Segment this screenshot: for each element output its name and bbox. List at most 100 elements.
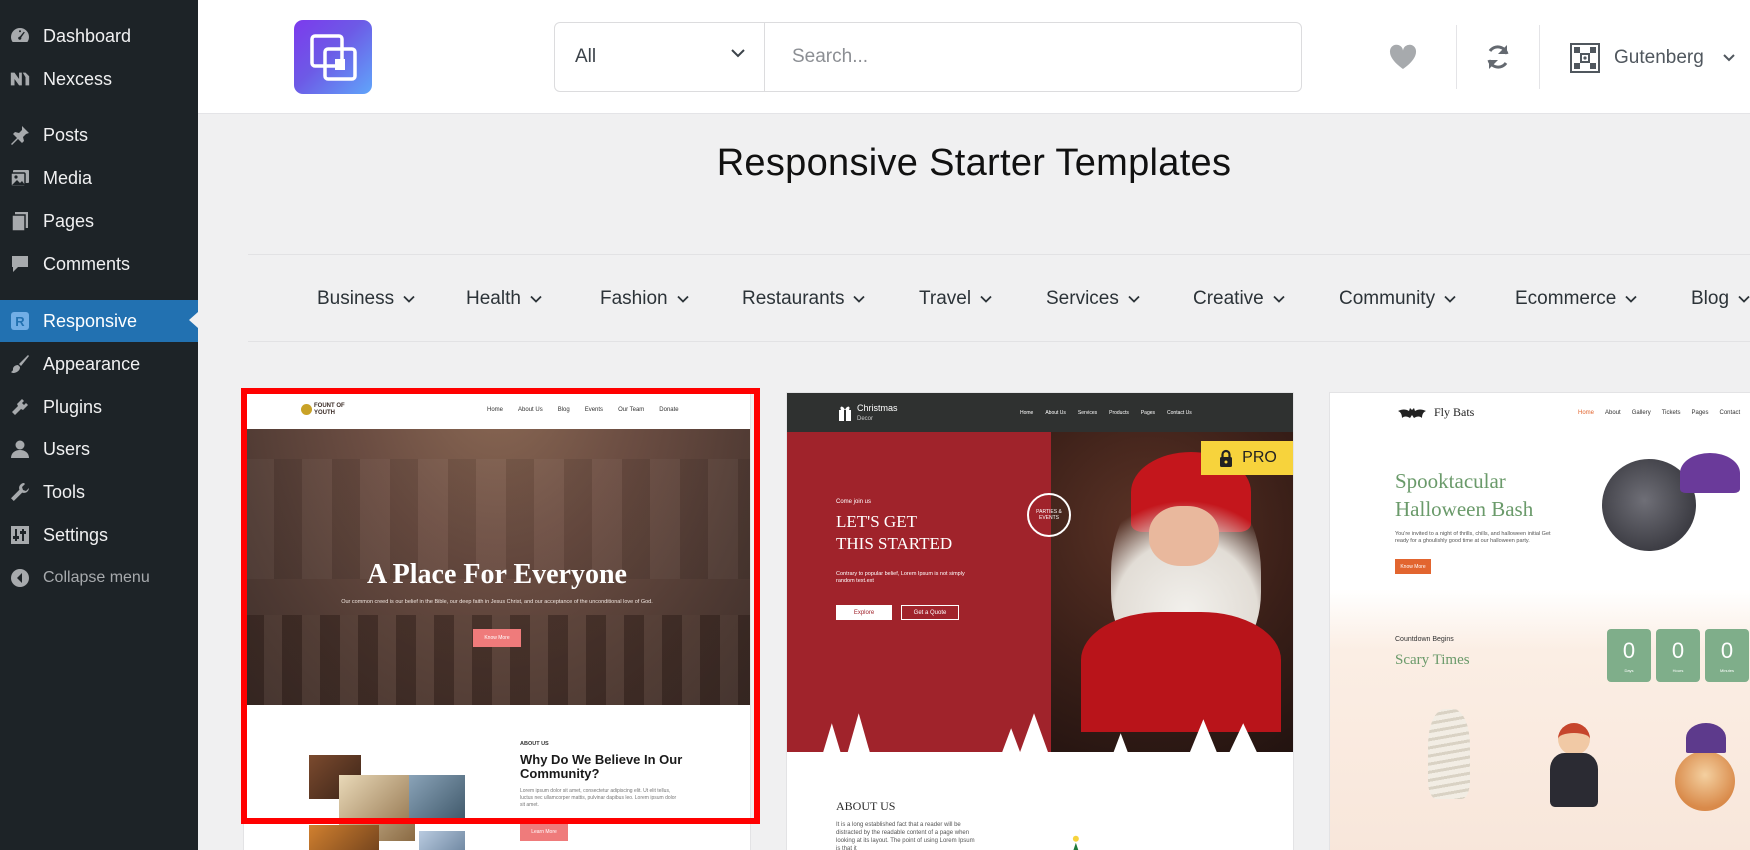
collapse-arrow-icon [9, 567, 31, 589]
sidebar-item-appearance[interactable]: Appearance [0, 344, 198, 384]
plug-icon [9, 396, 31, 418]
chevron-down-icon [980, 295, 992, 303]
category-health[interactable]: Health [466, 255, 542, 343]
brand-mark-icon [301, 404, 312, 415]
templates-header: All Gutenberg [198, 0, 1750, 114]
category-restaurants[interactable]: Restaurants [742, 255, 866, 343]
template-paragraph: You're invited to a night of thrills, ch… [1395, 531, 1551, 544]
sidebar-item-media[interactable]: Media [0, 158, 198, 198]
lock-icon [1220, 449, 1233, 467]
sidebar-item-label: Comments [43, 253, 131, 274]
sync-library-button[interactable] [1483, 42, 1513, 72]
sidebar-item-comments[interactable]: Comments [0, 244, 198, 284]
category-community[interactable]: Community [1339, 255, 1456, 343]
template-brand: Fly Bats [1434, 405, 1475, 419]
cupcake-hat-illustration [1686, 723, 1726, 753]
template-brand: FOUNT OF YOUTH [314, 403, 345, 417]
vampire-cape [1550, 753, 1598, 807]
category-blog[interactable]: Blog [1691, 255, 1750, 343]
countdown-kicker: Countdown Begins [1395, 636, 1454, 643]
category-label: Community [1339, 288, 1436, 309]
template-card-fly-bats[interactable]: Fly Bats Home About Gallery Tickets Page… [1329, 392, 1750, 850]
countdown-hours: 0 Hours [1656, 629, 1700, 682]
sidebar-item-label: Dashboard [43, 25, 132, 46]
template-paragraph: Lorem ipsum dolor sit amet, consectetur … [520, 788, 677, 808]
sidebar-item-users[interactable]: Users [0, 429, 198, 469]
nexcess-icon [9, 68, 31, 90]
header-divider [1539, 25, 1540, 89]
template-nav-link: Donate [659, 407, 679, 413]
template-search: All [554, 22, 1302, 92]
sidebar-item-label: Posts [43, 124, 89, 145]
mummy-illustration [1428, 709, 1470, 799]
template-nav-links: Home About Gallery Tickets Pages Contact [1578, 410, 1740, 416]
template-nav-link: Home [487, 407, 504, 413]
chevron-down-icon [853, 295, 866, 303]
template-nav-link: Home [1578, 410, 1595, 416]
category-label: Business [317, 288, 395, 309]
sidebar-item-pages[interactable]: Pages [0, 201, 198, 241]
countdown-title: Scary Times [1395, 652, 1470, 668]
sidebar-item-nexcess[interactable]: Nexcess [0, 59, 198, 99]
template-quote-button: Get a Quote [901, 605, 959, 620]
pin-icon [9, 124, 31, 146]
template-hero-image: A Place For Everyone Our common creed is… [244, 429, 750, 705]
sidebar-item-label: Responsive [43, 310, 138, 331]
sidebar-item-dashboard[interactable]: Dashboard [0, 16, 198, 56]
category-label: Services [1046, 288, 1119, 309]
chevron-down-icon [1128, 295, 1140, 303]
template-learn-button: Learn More [520, 823, 568, 841]
sidebar-item-label: Media [43, 167, 93, 188]
sidebar-item-posts[interactable]: Posts [0, 115, 198, 155]
template-brand: Christmas Decor [857, 404, 898, 424]
hero-line: THIS STARTED [836, 534, 953, 553]
category-select[interactable]: All [555, 23, 765, 91]
vampire-kid-illustration [1548, 723, 1600, 807]
category-creative[interactable]: Creative [1193, 255, 1285, 343]
collapse-menu-button[interactable]: Collapse menu [0, 558, 198, 598]
category-travel[interactable]: Travel [919, 255, 992, 343]
countdown-unit: Days [1624, 668, 1634, 673]
countdown-value: 0 [1622, 638, 1636, 663]
template-paragraph: It is a long established fact that a rea… [836, 822, 975, 850]
pro-badge: PRO [1201, 441, 1293, 475]
template-section-heading: Why Do We Believe In Our Community? [520, 752, 683, 781]
category-services[interactable]: Services [1046, 255, 1140, 343]
collage-photo [409, 775, 465, 819]
favorites-button[interactable] [1388, 42, 1418, 72]
template-card-christmas-decor[interactable]: Christmas Decor Home About Us Services P… [786, 392, 1294, 850]
cupcake-illustration [1675, 751, 1735, 811]
sidebar-item-label: Nexcess [43, 68, 113, 89]
chevron-down-icon [1444, 295, 1456, 303]
sidebar-item-responsive[interactable]: R Responsive [0, 300, 198, 342]
template-card-fount-of-youth[interactable]: FOUNT OF YOUTH Home About Us Blog Events… [243, 392, 751, 850]
chevron-down-icon [731, 49, 745, 58]
badge-text: PARTIES & EVENTS [1036, 509, 1062, 521]
brand-line: FOUNT OF [314, 403, 345, 409]
sidebar-item-label: Users [43, 438, 91, 459]
page-builder-select[interactable]: Gutenberg [1570, 38, 1736, 78]
svg-text:R: R [15, 314, 25, 329]
responsive-r-icon: R [9, 310, 31, 332]
template-hero-title: A Place For Everyone [367, 559, 627, 590]
users-icon [9, 438, 31, 460]
sidebar-item-plugins[interactable]: Plugins [0, 387, 198, 427]
chevron-down-icon [403, 295, 415, 303]
sidebar-item-label: Appearance [43, 353, 141, 374]
hero-line: Halloween Bash [1395, 497, 1534, 521]
template-nav-link: About [1605, 410, 1621, 416]
sidebar-item-tools[interactable]: Tools [0, 472, 198, 512]
responsive-logo[interactable] [294, 20, 372, 94]
pages-icon [9, 210, 31, 232]
chevron-down-icon [1625, 295, 1637, 303]
category-fashion[interactable]: Fashion [600, 255, 689, 343]
sidebar-item-settings[interactable]: Settings [0, 515, 198, 555]
brand-line: Christmas [857, 403, 898, 413]
category-business[interactable]: Business [317, 255, 415, 343]
template-nav-link: Products [1109, 410, 1129, 416]
category-label: Creative [1193, 288, 1264, 309]
search-input[interactable] [765, 23, 1301, 91]
template-hero-subtitle: Our common creed is our belief in the Bi… [341, 599, 653, 605]
template-nav-link: Pages [1691, 410, 1709, 416]
category-ecommerce[interactable]: Ecommerce [1515, 255, 1637, 343]
